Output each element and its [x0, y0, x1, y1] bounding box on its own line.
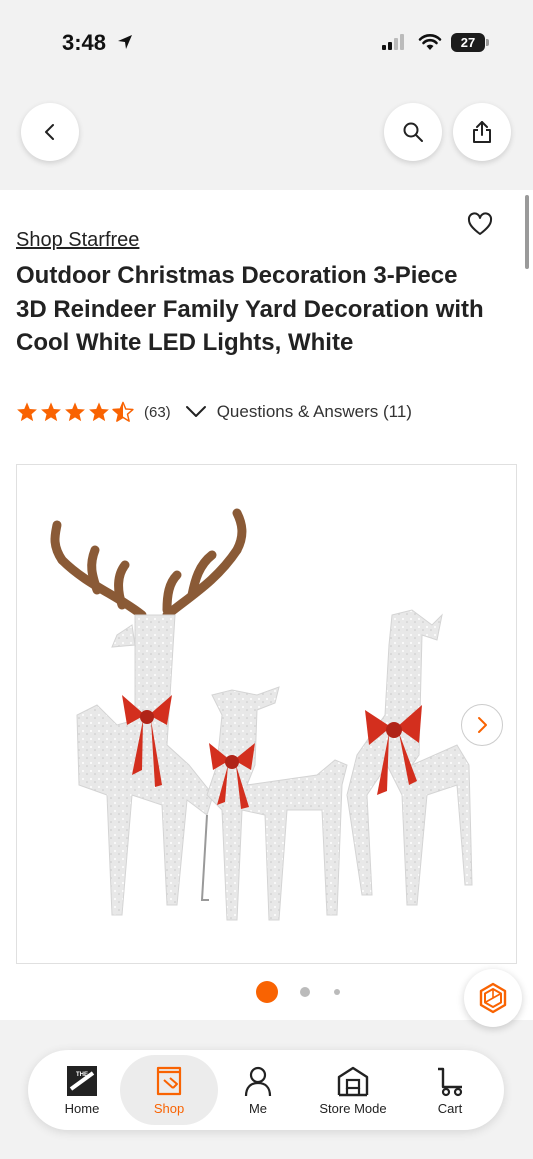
- favorite-heart-icon[interactable]: [467, 212, 493, 238]
- tab-label: Me: [248, 1100, 268, 1116]
- battery-indicator: 27: [451, 33, 485, 52]
- status-bar: 3:48 27: [0, 0, 533, 80]
- brand-link[interactable]: Shop Starfree: [16, 229, 139, 252]
- tab-shop[interactable]: Shop: [136, 1050, 202, 1130]
- star-rating: [16, 401, 134, 423]
- next-image-button[interactable]: [461, 704, 503, 746]
- svg-text:THE: THE: [76, 1072, 88, 1078]
- status-time: 3:48: [62, 30, 107, 55]
- search-button[interactable]: [384, 103, 442, 161]
- chevron-left-icon: [45, 124, 54, 140]
- wifi-icon: [418, 34, 442, 50]
- tab-home[interactable]: THE Home: [50, 1050, 114, 1130]
- buck-figure: [76, 614, 214, 916]
- cart-icon: [438, 1067, 463, 1096]
- tab-cart[interactable]: Cart: [420, 1050, 480, 1130]
- store-icon: [337, 1066, 369, 1096]
- star-half-icon: [112, 401, 134, 422]
- share-button[interactable]: [453, 103, 511, 161]
- antlers: [50, 508, 247, 620]
- tab-label: Home: [64, 1100, 100, 1116]
- back-button[interactable]: [21, 103, 79, 161]
- shop-icon: [156, 1066, 182, 1095]
- battery-nub: [486, 39, 489, 46]
- star-full-icon: [89, 402, 109, 422]
- questions-answers-link[interactable]: Questions & Answers (11): [217, 402, 412, 422]
- cellular-signal-icon: [382, 34, 404, 50]
- hexagon-assistant-icon: [479, 982, 507, 1014]
- location-arrow-icon: [118, 35, 132, 49]
- star-full-icon: [65, 402, 85, 422]
- star-full-icon: [17, 402, 37, 422]
- review-count[interactable]: (63): [144, 404, 171, 421]
- tab-label: Shop: [153, 1100, 185, 1116]
- chevron-down-icon[interactable]: [185, 405, 207, 419]
- star-full-icon: [41, 402, 61, 422]
- tab-store-mode[interactable]: Store Mode: [310, 1050, 396, 1130]
- search-icon: [403, 122, 423, 142]
- image-pagination: [256, 981, 340, 1003]
- home-depot-logo-icon: THE: [67, 1065, 97, 1096]
- share-icon: [473, 121, 491, 143]
- tab-label: Store Mode: [319, 1100, 387, 1116]
- doe-figure: [346, 609, 473, 906]
- tab-me[interactable]: Me: [228, 1050, 288, 1130]
- pagination-dot[interactable]: [334, 989, 340, 995]
- product-title: Outdoor Christmas Decoration 3-Piece 3D …: [16, 262, 484, 356]
- rating-row[interactable]: (63) Questions & Answers (11): [16, 399, 412, 425]
- scroll-indicator[interactable]: [525, 195, 529, 269]
- pagination-dot[interactable]: [300, 987, 310, 997]
- assistant-button[interactable]: [464, 969, 522, 1027]
- chevron-right-icon: [478, 717, 487, 733]
- pagination-dot-active[interactable]: [256, 981, 278, 1003]
- product-image: [50, 508, 473, 921]
- tab-label: Cart: [437, 1100, 463, 1116]
- person-icon: [244, 1066, 272, 1096]
- bottom-tab-bar: THE Home Shop Me Store Mode Cart: [28, 1050, 504, 1130]
- product-image-frame[interactable]: [16, 464, 517, 964]
- fawn-figure: [206, 686, 348, 921]
